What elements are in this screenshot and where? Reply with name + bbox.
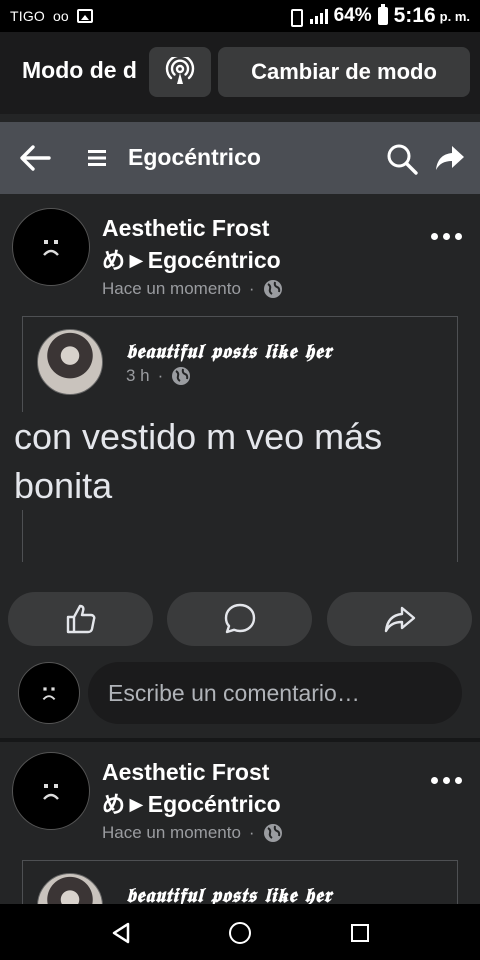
- back-icon[interactable]: [110, 921, 132, 945]
- post-author[interactable]: Aesthetic Frost め►Egocéntrico: [102, 212, 281, 276]
- comment-button[interactable]: [167, 592, 312, 646]
- page-title: Egocéntrico: [128, 144, 261, 170]
- post-author[interactable]: Aesthetic Frost め►Egocéntrico: [102, 756, 281, 820]
- status-bar: TIGO oo 64% 5:16 p. m.: [0, 0, 480, 32]
- shared-post-meta: 3 h ·: [126, 366, 191, 386]
- comment-icon: [224, 603, 255, 634]
- image-notification-icon: [76, 9, 93, 23]
- sad-face-icon: [42, 687, 56, 701]
- globe-icon: [172, 367, 191, 385]
- clock-ampm: p. m.: [439, 8, 470, 24]
- more-options-button[interactable]: [431, 772, 467, 788]
- avatar[interactable]: [12, 752, 90, 830]
- shared-author-name[interactable]: 𝖇𝖊𝖆𝖚𝖙𝖎𝖋𝖚𝖑 𝖕𝖔𝖘𝖙𝖘 𝖑𝖎𝖐𝖊 𝖍𝖊𝖗: [126, 339, 332, 363]
- menu-icon[interactable]: [86, 144, 108, 172]
- back-arrow-icon[interactable]: [18, 142, 52, 174]
- sad-face-icon: [43, 784, 59, 800]
- shared-post-time: 3 h: [126, 366, 150, 385]
- comment-input[interactable]: Escribe un comentario…: [88, 662, 462, 724]
- post-time: Hace un momento: [102, 279, 241, 298]
- share-arrow-icon: [384, 606, 415, 633]
- avatar[interactable]: [12, 208, 90, 286]
- post-actions: [0, 592, 480, 648]
- vibrate-icon: [286, 8, 304, 27]
- search-icon[interactable]: [385, 142, 419, 176]
- post-time: Hace un momento: [102, 823, 241, 842]
- author-name: Aesthetic Frost: [102, 759, 270, 785]
- comment-composer: Escribe un comentario…: [0, 662, 480, 726]
- sad-face-icon: [43, 240, 59, 256]
- thumbs-up-icon: [66, 604, 95, 634]
- globe-icon: [263, 280, 282, 298]
- avatar[interactable]: [37, 329, 103, 395]
- mode-bar: Modo de d Cambiar de modo: [0, 32, 480, 114]
- carrier-label: TIGO: [10, 8, 46, 24]
- share-icon[interactable]: [434, 142, 466, 174]
- home-icon[interactable]: [229, 922, 251, 944]
- clock: 5:16: [393, 4, 436, 27]
- meta-separator: ·: [248, 279, 255, 298]
- recent-apps-icon[interactable]: [351, 924, 369, 942]
- system-nav-bar: [0, 904, 480, 960]
- globe-icon: [263, 824, 282, 842]
- group-name: め►Egocéntrico: [102, 247, 281, 273]
- podcast-icon: [165, 57, 195, 84]
- battery-icon: [377, 4, 388, 25]
- post: Aesthetic Frost め►Egocéntrico Hace un mo…: [0, 742, 480, 939]
- meta-separator: ·: [248, 823, 255, 842]
- post-meta: Hace un momento ·: [102, 823, 283, 843]
- change-mode-button[interactable]: Cambiar de modo: [218, 47, 470, 97]
- like-button[interactable]: [8, 592, 153, 646]
- post: Aesthetic Frost め►Egocéntrico Hace un mo…: [0, 198, 480, 738]
- header: Egocéntrico: [0, 122, 480, 194]
- mode-title: Modo de d: [22, 57, 137, 83]
- author-name: Aesthetic Frost: [102, 215, 270, 241]
- avatar[interactable]: [18, 662, 80, 724]
- post-text: con vestido m veo más bonita: [14, 412, 454, 510]
- more-options-button[interactable]: [431, 228, 467, 244]
- voicemail-icon: oo: [53, 8, 69, 24]
- group-name: め►Egocéntrico: [102, 791, 281, 817]
- meta-separator: ·: [157, 366, 164, 385]
- signal-icon: [309, 8, 328, 24]
- post-meta: Hace un momento ·: [102, 279, 283, 299]
- battery-percent: 64%: [333, 5, 372, 26]
- share-button[interactable]: [327, 592, 472, 646]
- podcast-mode-button[interactable]: [149, 47, 211, 97]
